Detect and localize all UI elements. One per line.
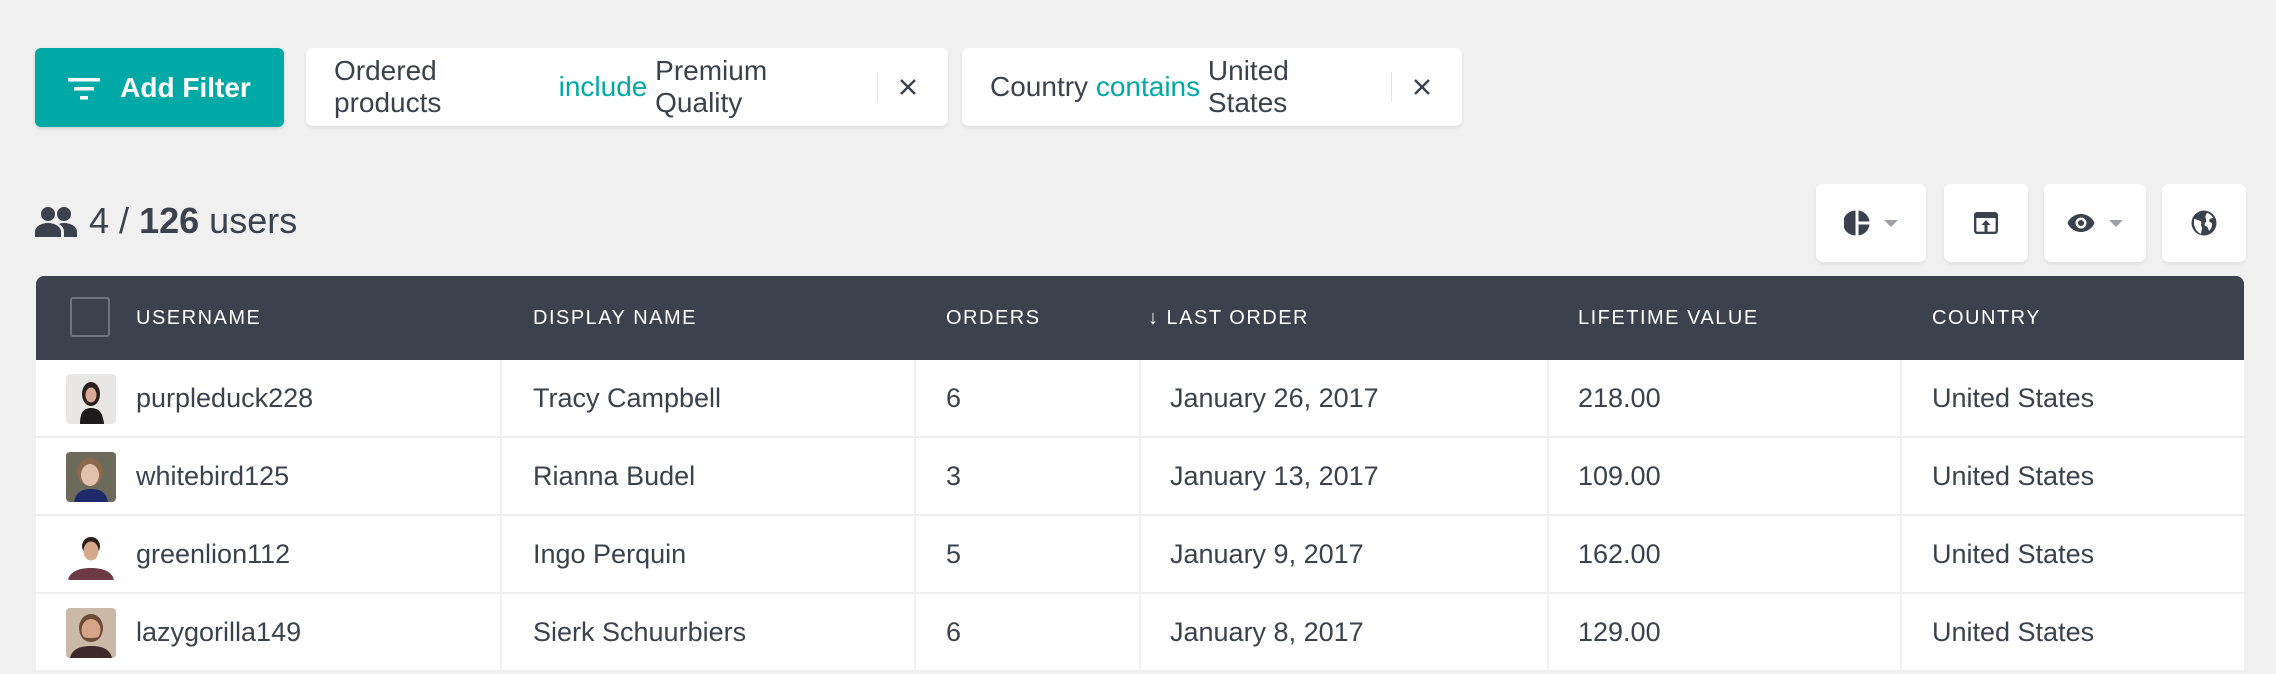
filter-operator: include [558, 71, 648, 102]
column-header-last-order[interactable]: ↓ LAST ORDER [1148, 276, 1309, 360]
count-separator: / [119, 200, 130, 241]
column-divider [500, 438, 502, 514]
column-divider [1900, 516, 1902, 592]
lifetime-value: 162.00 [1578, 538, 1661, 569]
add-filter-button[interactable]: Add Filter [35, 48, 284, 127]
display-name: Rianna Budel [533, 460, 696, 491]
filter-value: United States [1207, 55, 1289, 118]
column-header-country[interactable]: COUNTRY [1932, 276, 2041, 360]
segments-dropdown-button[interactable] [1816, 184, 1926, 262]
orders: 6 [946, 382, 962, 413]
filter-list-icon [68, 77, 101, 99]
column-divider [500, 594, 502, 670]
table-row[interactable]: whitebird125 Rianna Budel 3 January 13, … [36, 438, 2244, 516]
close-icon [1414, 79, 1430, 95]
display-name: Sierk Schuurbiers [533, 616, 747, 647]
filter-value: Premium Quality [655, 55, 768, 118]
total-count: 126 [139, 200, 200, 241]
username[interactable]: greenlion112 [136, 516, 290, 592]
orders: 3 [946, 460, 962, 491]
column-header-orders[interactable]: ORDERS [946, 276, 1041, 360]
orders: 6 [946, 616, 962, 647]
add-filter-label: Add Filter [120, 71, 251, 103]
display-name: Tracy Campbell [533, 382, 722, 413]
table-row[interactable]: lazygorilla149 Sierk Schuurbiers 6 Janua… [36, 594, 2244, 672]
chip-divider [877, 72, 879, 102]
country: United States [1932, 382, 2095, 413]
remove-filter-button[interactable] [896, 75, 920, 99]
globe-button[interactable] [2162, 184, 2246, 262]
column-divider [1547, 438, 1549, 514]
last-order: January 26, 2017 [1170, 382, 1379, 413]
column-header-display-name[interactable]: DISPLAY NAME [533, 276, 697, 360]
table-row[interactable]: greenlion112 Ingo Perquin 5 January 9, 2… [36, 516, 2244, 594]
column-divider [1547, 516, 1549, 592]
avatar [66, 374, 116, 424]
country: United States [1932, 460, 2095, 491]
users-table: USERNAME DISPLAY NAME ORDERS ↓ LAST ORDE… [36, 276, 2244, 672]
column-divider [1139, 594, 1141, 670]
avatar [66, 608, 116, 658]
column-divider [1900, 594, 1902, 670]
pie-chart-icon [1844, 210, 1870, 236]
lifetime-value: 218.00 [1578, 382, 1661, 413]
filter-chip-ordered-products[interactable]: Ordered products include Premium Quality [306, 48, 948, 126]
lifetime-value: 109.00 [1578, 460, 1661, 491]
column-header-username[interactable]: USERNAME [136, 276, 261, 360]
column-divider [1139, 438, 1141, 514]
username[interactable]: lazygorilla149 [136, 594, 301, 670]
select-all-checkbox[interactable] [70, 297, 110, 337]
filter-chip-country[interactable]: Country contains United States [962, 48, 1462, 126]
count-unit: users [209, 200, 298, 241]
chevron-down-icon [1884, 219, 1898, 227]
chevron-down-icon [2109, 219, 2123, 227]
column-divider [500, 360, 502, 436]
export-icon [1974, 212, 1998, 234]
eye-icon [2067, 214, 2095, 232]
orders: 5 [946, 538, 962, 569]
country: United States [1932, 616, 2095, 647]
remove-filter-button[interactable] [1410, 75, 1434, 99]
filter-field: Country [990, 71, 1089, 102]
filter-operator: contains [1095, 71, 1201, 102]
column-divider [1139, 360, 1141, 436]
column-divider [500, 516, 502, 592]
close-icon [900, 79, 916, 95]
table-header: USERNAME DISPLAY NAME ORDERS ↓ LAST ORDE… [36, 276, 2244, 360]
last-order: January 8, 2017 [1170, 616, 1364, 647]
username[interactable]: whitebird125 [136, 438, 289, 514]
export-button[interactable] [1944, 184, 2028, 262]
globe-icon [2191, 210, 2217, 236]
visibility-dropdown-button[interactable] [2044, 184, 2146, 262]
display-name: Ingo Perquin [533, 538, 687, 569]
chip-divider [1391, 72, 1393, 102]
column-divider [1547, 360, 1549, 436]
lifetime-value: 129.00 [1578, 616, 1661, 647]
avatar [66, 452, 116, 502]
filter-field: Ordered products [334, 55, 442, 118]
country: United States [1932, 538, 2095, 569]
column-divider [1139, 516, 1141, 592]
avatar [66, 530, 116, 580]
people-icon [35, 207, 77, 237]
username[interactable]: purpleduck228 [136, 360, 313, 436]
user-count: 4 / 126 users [35, 196, 297, 246]
column-divider [914, 438, 916, 514]
last-order: January 13, 2017 [1170, 460, 1379, 491]
column-header-lifetime-value[interactable]: LIFETIME VALUE [1578, 276, 1759, 360]
column-divider [914, 594, 916, 670]
column-divider [914, 516, 916, 592]
column-divider [1900, 360, 1902, 436]
column-divider [1547, 594, 1549, 670]
shown-count: 4 [89, 200, 110, 241]
column-divider [914, 360, 916, 436]
table-row[interactable]: purpleduck228 Tracy Campbell 6 January 2… [36, 360, 2244, 438]
column-divider [1900, 438, 1902, 514]
last-order: January 9, 2017 [1170, 538, 1364, 569]
